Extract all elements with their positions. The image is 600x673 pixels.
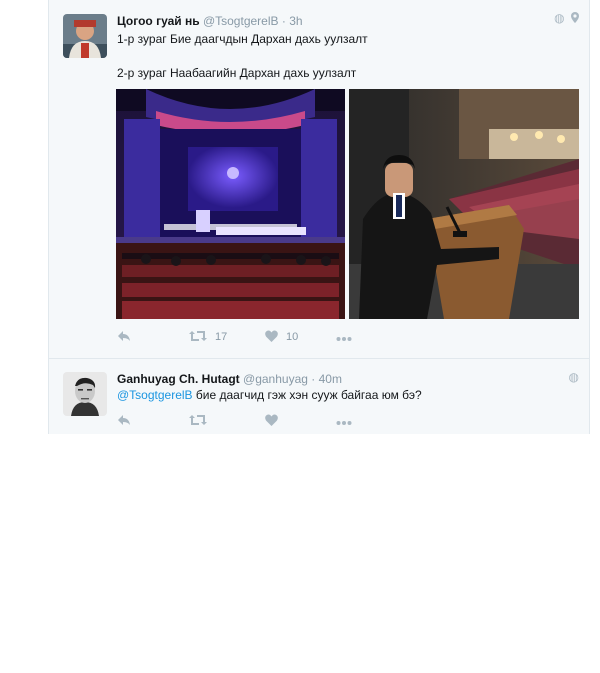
heart-icon xyxy=(265,330,278,344)
avatar[interactable] xyxy=(63,372,107,416)
location-pin-icon[interactable] xyxy=(568,11,579,25)
tweet-header: Ganhuyag Ch. Hutagt @ganhuyag · 40m xyxy=(117,372,342,386)
tweet-text-line-2: 2-р зураг Наабаагийн Дархан дахь уулзалт xyxy=(117,66,357,80)
tweet-reply[interactable]: Ganhuyag Ch. Hutagt @ganhuyag · 40m ◍ @T… xyxy=(49,359,589,434)
tweet-meta-icons: ◍ xyxy=(551,11,579,25)
heart-icon xyxy=(265,414,278,428)
author-name[interactable]: Цогоо гуай нь xyxy=(117,14,200,28)
globe-icon: ◍ xyxy=(554,11,565,25)
reply-button[interactable] xyxy=(117,330,131,344)
author-handle[interactable]: @ganhuyag xyxy=(243,372,308,386)
reply-button[interactable] xyxy=(117,414,131,428)
author-name[interactable]: Ganhuyag Ch. Hutagt xyxy=(117,372,240,386)
tweet-timeline: Цогоо гуай нь @TsogtgerelB · 3h ◍ 1-р зу… xyxy=(48,0,590,434)
tweet[interactable]: Цогоо гуай нь @TsogtgerelB · 3h ◍ 1-р зу… xyxy=(49,0,589,358)
tweet-body: бие даагчид гэж хэн сууж байгаа юм бэ? xyxy=(192,388,422,402)
tweet-time[interactable]: 40m xyxy=(319,372,342,386)
tweet-meta-icons: ◍ xyxy=(566,370,579,384)
like-button[interactable]: 10 xyxy=(265,330,298,344)
photo-speaker-podium[interactable] xyxy=(349,89,579,319)
retweet-button[interactable] xyxy=(189,414,207,428)
more-dots-icon xyxy=(336,414,352,428)
like-button[interactable] xyxy=(265,414,278,428)
tweet-text: @TsogtgerelB бие даагчид гэж хэн сууж ба… xyxy=(117,387,422,403)
mention-link[interactable]: @TsogtgerelB xyxy=(117,388,193,402)
reply-arrow-icon xyxy=(117,330,131,344)
more-dots-icon xyxy=(336,330,352,344)
photo-conference-stage[interactable] xyxy=(116,89,345,319)
tweet-time[interactable]: 3h xyxy=(289,14,302,28)
retweet-count: 17 xyxy=(215,331,228,343)
retweet-icon xyxy=(189,414,207,428)
more-button[interactable] xyxy=(336,330,352,344)
separator-dot: · xyxy=(281,14,286,28)
tweet-header: Цогоо гуай нь @TsogtgerelB · 3h xyxy=(117,14,303,28)
globe-icon: ◍ xyxy=(568,370,579,384)
author-handle[interactable]: @TsogtgerelB xyxy=(203,14,279,28)
tweet-text-line-1: 1-р зураг Бие даагчдын Дархан дахь уулза… xyxy=(117,32,368,46)
separator-dot: · xyxy=(311,372,316,386)
reply-arrow-icon xyxy=(117,414,131,428)
retweet-icon xyxy=(189,330,207,344)
avatar[interactable] xyxy=(63,14,107,58)
tweet-media xyxy=(116,89,579,319)
like-count: 10 xyxy=(286,331,299,343)
retweet-button[interactable]: 17 xyxy=(189,330,227,344)
more-button[interactable] xyxy=(336,414,352,428)
